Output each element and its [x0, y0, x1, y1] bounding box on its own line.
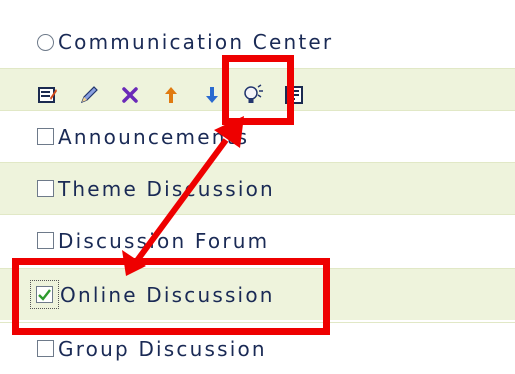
course-tool-panel: Communication Center Announcements Theme…: [0, 0, 515, 374]
annotation-arrow: [122, 116, 244, 276]
